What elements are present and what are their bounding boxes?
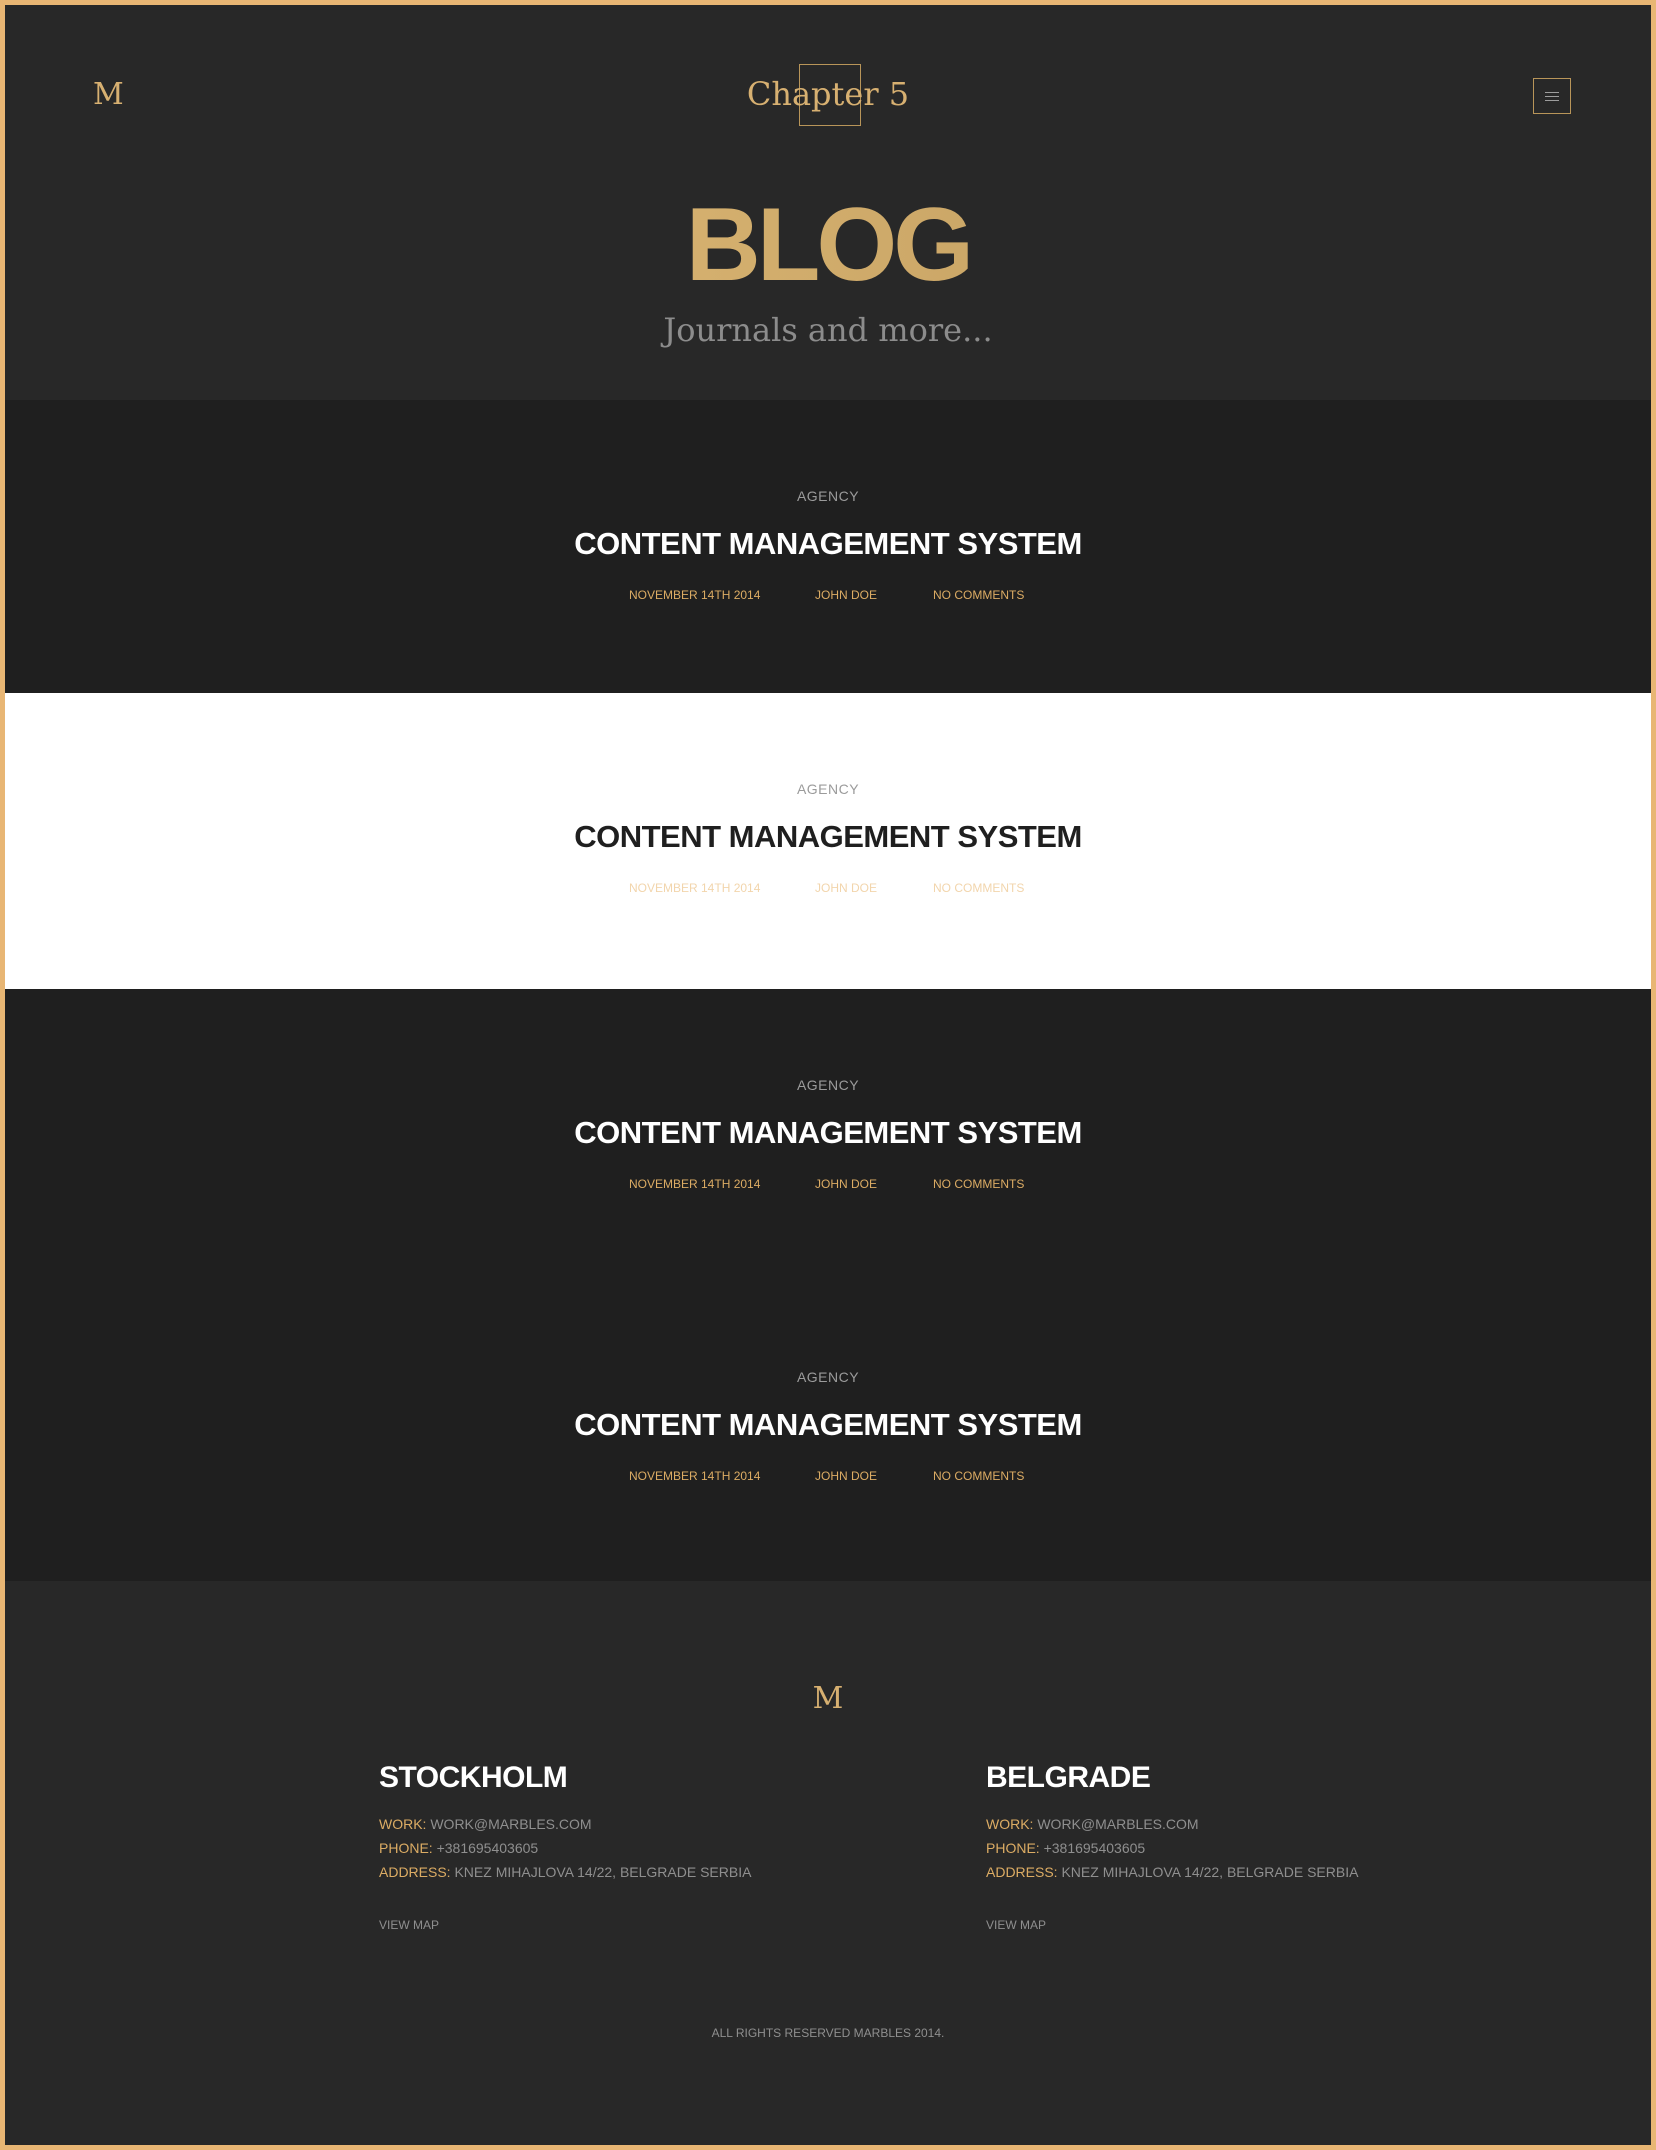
post-author[interactable]: JOHN DOE [815,1469,877,1483]
footer: M STOCKHOLM WORK: WORK@MARBLES.COM PHONE… [5,1581,1651,2145]
post-comments[interactable]: NO COMMENTS [933,1177,1024,1191]
post-item: AGENCY CONTENT MANAGEMENT SYSTEM NOVEMBE… [5,693,1651,989]
address-label: ADDRESS: [986,1864,1058,1880]
work-label: WORK: [379,1816,427,1832]
post-item: AGENCY CONTENT MANAGEMENT SYSTEM NOVEMBE… [5,1281,1651,1581]
office-address: ADDRESS: KNEZ MIHAJLOVA 14/22, BELGRADE … [986,1860,1436,1884]
work-email[interactable]: WORK@MARBLES.COM [430,1816,591,1832]
post-meta: NOVEMBER 14TH 2014 JOHN DOE NO COMMENTS [5,1177,1651,1193]
post-date[interactable]: NOVEMBER 14TH 2014 [629,881,760,895]
post-author[interactable]: JOHN DOE [815,588,877,602]
office-belgrade: BELGRADE WORK: WORK@MARBLES.COM PHONE: +… [986,1761,1436,1932]
page-title: BLOG [5,193,1651,297]
post-date[interactable]: NOVEMBER 14TH 2014 [629,588,760,602]
address-label: ADDRESS: [379,1864,451,1880]
page-subtitle: Journals and more... [663,311,993,349]
page-frame: M Chapter 5 BLOG Journals and more... AG… [0,0,1656,2150]
view-map-link[interactable]: VIEW MAP [379,1918,829,1932]
brand-name[interactable]: Chapter 5 [5,75,1651,113]
phone-label: PHONE: [986,1840,1040,1856]
header: M Chapter 5 BLOG Journals and more... [5,5,1651,400]
phone-number[interactable]: +381695403605 [437,1840,539,1856]
copyright: ALL RIGHTS RESERVED MARBLES 2014. [711,2026,945,2040]
office-city: BELGRADE [986,1761,1151,1794]
view-map-link[interactable]: VIEW MAP [986,1918,1436,1932]
office-phone: PHONE: +381695403605 [379,1836,829,1860]
office-work: WORK: WORK@MARBLES.COM [986,1812,1436,1836]
footer-logo[interactable]: M [5,1681,1651,1716]
work-email[interactable]: WORK@MARBLES.COM [1037,1816,1198,1832]
post-meta: NOVEMBER 14TH 2014 JOHN DOE NO COMMENTS [5,1469,1651,1485]
menu-button[interactable] [1533,78,1571,114]
post-comments[interactable]: NO COMMENTS [933,881,1024,895]
post-item: AGENCY CONTENT MANAGEMENT SYSTEM NOVEMBE… [5,989,1651,1281]
post-title[interactable]: CONTENT MANAGEMENT SYSTEM [5,819,1651,855]
post-title[interactable]: CONTENT MANAGEMENT SYSTEM [5,1115,1651,1151]
office-stockholm: STOCKHOLM WORK: WORK@MARBLES.COM PHONE: … [379,1761,829,1932]
post-category[interactable]: AGENCY [5,781,1651,797]
post-date[interactable]: NOVEMBER 14TH 2014 [629,1177,760,1191]
post-comments[interactable]: NO COMMENTS [933,1469,1024,1483]
post-author[interactable]: JOHN DOE [815,881,877,895]
address-text: KNEZ MIHAJLOVA 14/22, BELGRADE SERBIA [1061,1864,1359,1880]
post-meta: NOVEMBER 14TH 2014 JOHN DOE NO COMMENTS [5,881,1651,897]
post-comments[interactable]: NO COMMENTS [933,588,1024,602]
hamburger-menu-icon [1545,91,1559,101]
office-work: WORK: WORK@MARBLES.COM [379,1812,829,1836]
post-author[interactable]: JOHN DOE [815,1177,877,1191]
post-category[interactable]: AGENCY [5,1369,1651,1385]
post-title[interactable]: CONTENT MANAGEMENT SYSTEM [5,1407,1651,1443]
post-date[interactable]: NOVEMBER 14TH 2014 [629,1469,760,1483]
office-city: STOCKHOLM [379,1761,568,1794]
post-item: AGENCY CONTENT MANAGEMENT SYSTEM NOVEMBE… [5,400,1651,693]
post-meta: NOVEMBER 14TH 2014 JOHN DOE NO COMMENTS [5,588,1651,604]
post-category[interactable]: AGENCY [5,1077,1651,1093]
office-address: ADDRESS: KNEZ MIHAJLOVA 14/22, BELGRADE … [379,1860,829,1884]
phone-label: PHONE: [379,1840,433,1856]
address-text: KNEZ MIHAJLOVA 14/22, BELGRADE SERBIA [454,1864,752,1880]
work-label: WORK: [986,1816,1034,1832]
office-phone: PHONE: +381695403605 [986,1836,1436,1860]
post-category[interactable]: AGENCY [5,488,1651,504]
phone-number[interactable]: +381695403605 [1044,1840,1146,1856]
post-title[interactable]: CONTENT MANAGEMENT SYSTEM [5,526,1651,562]
